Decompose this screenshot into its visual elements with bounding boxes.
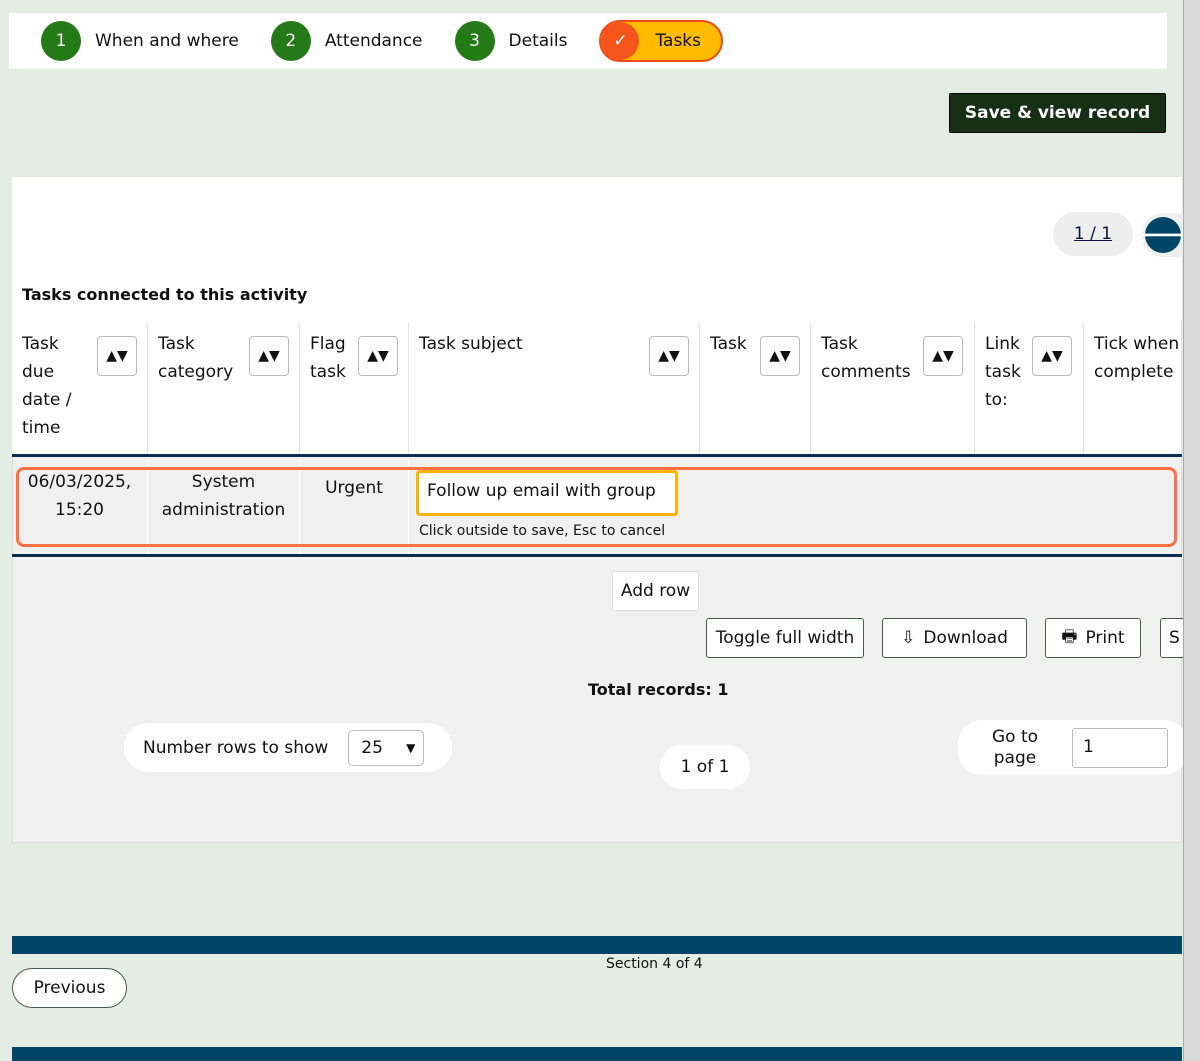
- rows-label: Number rows to show: [143, 737, 329, 758]
- col-tick-complete: Tick when complete: [1084, 322, 1182, 456]
- download-label: Download: [923, 628, 1008, 648]
- step-label: Tasks: [655, 31, 701, 51]
- rows-to-show: Number rows to show 25 ▼: [124, 723, 452, 772]
- step-number: 3: [454, 21, 495, 61]
- edit-hint: Click outside to save, Esc to cancel: [419, 523, 666, 539]
- goto-label: Go to page: [991, 726, 1039, 768]
- download-button[interactable]: ⇩ Download: [882, 618, 1027, 658]
- col-task-due: Task due date / time ▲▼: [12, 322, 148, 456]
- col-task: Task ▲▼: [700, 322, 811, 456]
- table-caption: Tasks connected to this activity: [22, 285, 308, 304]
- arrow-left-icon: 🡐: [1134, 217, 1193, 253]
- toggle-full-width-button[interactable]: Toggle full width: [706, 618, 864, 658]
- col-task-subject: Task subject ▲▼: [409, 322, 700, 456]
- print-button[interactable]: 🖶 Print: [1045, 618, 1141, 658]
- task-subject-input[interactable]: Follow up email with group: [416, 470, 678, 516]
- previous-button[interactable]: Previous: [12, 968, 127, 1008]
- col-task-comments: Task comments ▲▼: [811, 322, 975, 456]
- sort-icon[interactable]: ▲▼: [358, 336, 398, 376]
- sort-icon[interactable]: ▲▼: [923, 336, 963, 376]
- sort-icon[interactable]: ▲▼: [760, 336, 800, 376]
- progress-stepper: 1 When and where 2 Attendance 3 Details ✓ Ta…: [9, 13, 1167, 69]
- col-link-task: Link task to: ▲▼: [975, 322, 1084, 456]
- step-details[interactable]: 3 Details: [454, 21, 568, 61]
- print-label: Print: [1085, 628, 1125, 648]
- step-when-and-where[interactable]: 1 When and where: [41, 21, 239, 61]
- step-number: 1: [41, 21, 81, 61]
- goto-input[interactable]: 1: [1072, 727, 1168, 768]
- step-tasks[interactable]: ✓ Tasks: [599, 20, 723, 62]
- chevron-down-icon: ▼: [406, 740, 416, 755]
- step-label: When and where: [95, 31, 239, 51]
- scrollbar[interactable]: [1183, 0, 1200, 1061]
- col-task-category: Task category ▲▼: [148, 322, 300, 456]
- step-number: 2: [270, 21, 311, 61]
- rows-value: 25: [361, 737, 383, 758]
- section-progress-bar: [12, 936, 1182, 954]
- sort-icon[interactable]: ▲▼: [249, 336, 289, 376]
- sort-icon[interactable]: ▲▼: [649, 336, 689, 376]
- save-view-record-button[interactable]: Save & view record: [949, 93, 1166, 133]
- sort-icon[interactable]: ▲▼: [1032, 336, 1072, 376]
- page-indicator: 1 of 1: [660, 745, 750, 789]
- go-to-page: Go to page 1: [958, 720, 1188, 775]
- back-button[interactable]: 🡐: [1134, 213, 1193, 257]
- printer-icon: 🖶: [1061, 626, 1078, 647]
- record-pager[interactable]: 1 / 1: [1053, 212, 1133, 256]
- rows-select[interactable]: 25 ▼: [348, 729, 425, 766]
- step-attendance[interactable]: 2 Attendance: [270, 21, 423, 61]
- col-flag-task: Flag task ▲▼: [300, 322, 409, 456]
- footer-bar: [12, 1047, 1182, 1061]
- step-label: Attendance: [324, 31, 423, 51]
- check-icon: ✓: [601, 22, 640, 60]
- add-row-button[interactable]: Add row: [612, 571, 699, 611]
- sort-icon[interactable]: ▲▼: [97, 336, 137, 376]
- step-label: Details: [508, 31, 568, 51]
- divider: [12, 454, 1182, 457]
- divider: [12, 554, 1182, 557]
- download-icon: ⇩: [901, 628, 916, 648]
- section-label: Section 4 of 4: [606, 956, 703, 972]
- total-records: Total records: 1: [588, 680, 729, 699]
